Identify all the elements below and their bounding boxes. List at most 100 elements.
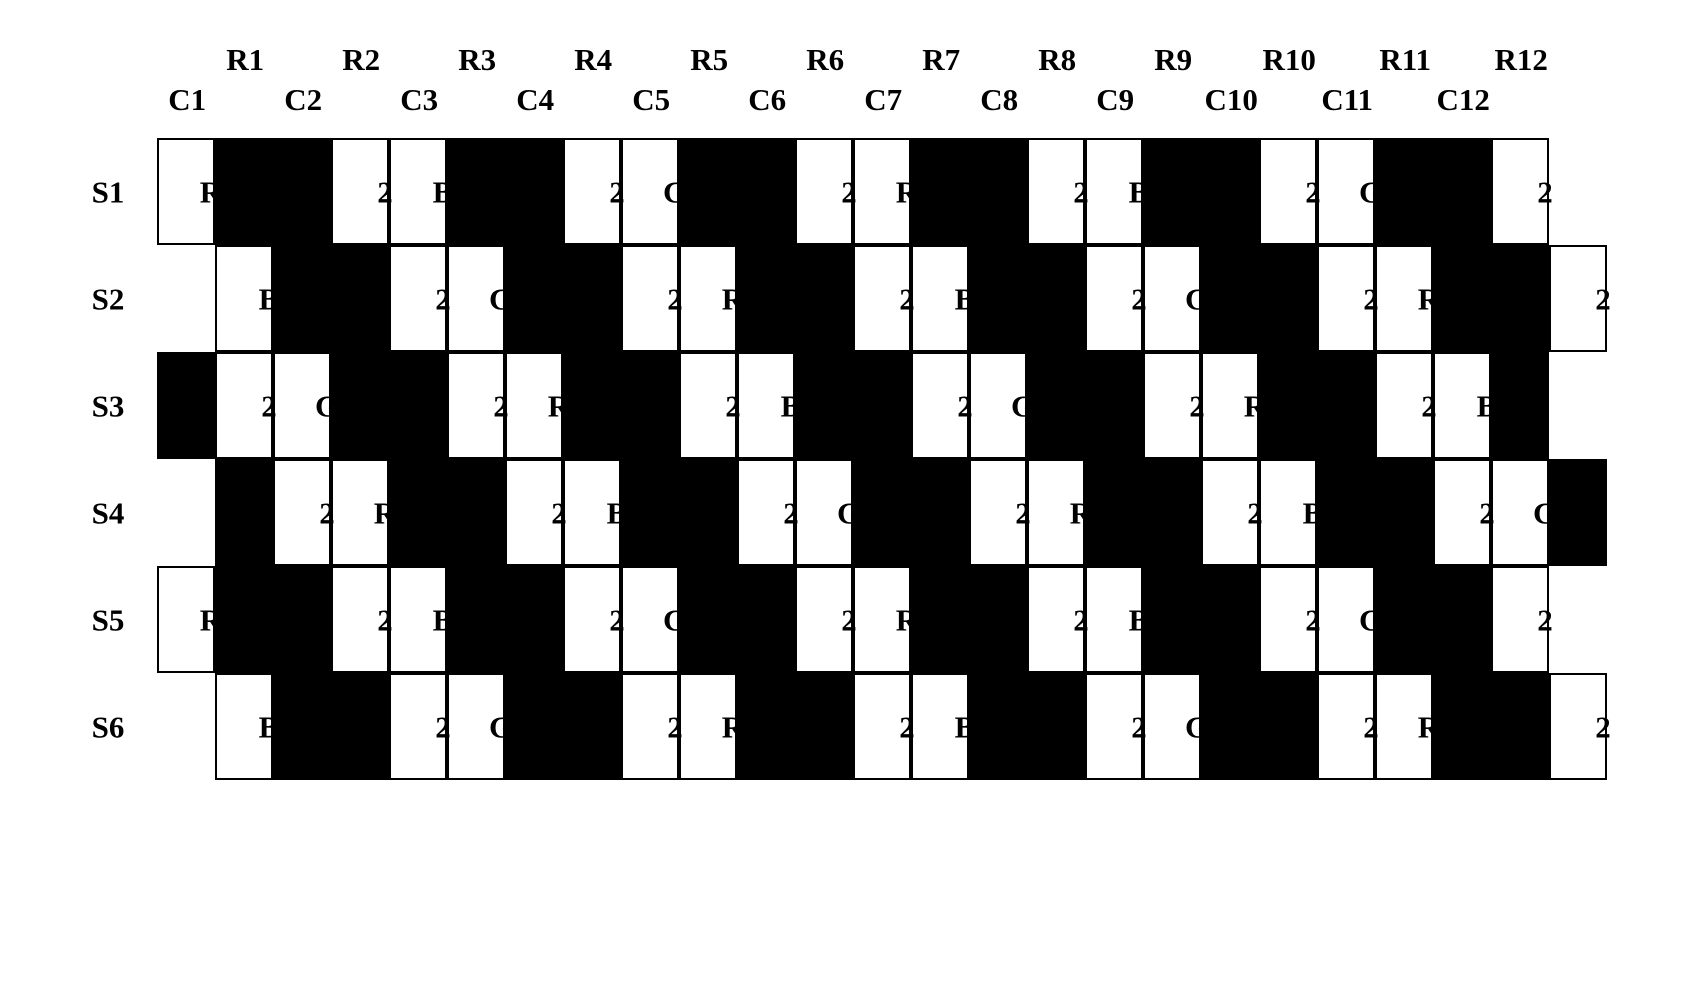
grid-cell-s6-17 (1433, 673, 1549, 780)
grid-cell-s1-18: 2 (1491, 138, 1553, 245)
c-axis-label-5: C5 (632, 82, 671, 117)
grid-cell-s5-18: 2 (1491, 566, 1553, 673)
grid-cell-s6-4: G (447, 673, 513, 780)
grid-cell-s5-16: G (1317, 566, 1383, 673)
r-axis-label-2: R2 (342, 42, 381, 77)
grid-cell-s4-9: G (795, 459, 861, 566)
grid-cell-s1-12: 2 (1027, 138, 1089, 245)
grid-cell-s4-18: G (1491, 459, 1557, 566)
grid-cell-s4-4 (389, 459, 505, 566)
c-axis-label-11: C11 (1321, 82, 1373, 117)
grid-cell-s4-1 (215, 459, 273, 566)
grid-cell-s3-12: G (969, 352, 1035, 459)
grid-cell-s5-17 (1375, 566, 1491, 673)
grid-cell-s5-3: 2 (331, 566, 393, 673)
grid-cell-s4-6: B (563, 459, 627, 566)
grid-cell-s1-10: R (853, 138, 918, 245)
c-axis-label-8: C8 (980, 82, 1019, 117)
grid-cell-s3-6: R (505, 352, 570, 459)
grid-cell-s2-10: B (911, 245, 975, 352)
grid-cell-s3-9: B (737, 352, 801, 459)
c-axis-label-2: C2 (284, 82, 323, 117)
grid-cell-s1-3: 2 (331, 138, 393, 245)
grid-cell-s1-6: 2 (563, 138, 625, 245)
c-axis-label-12: C12 (1436, 82, 1490, 117)
grid-cell-s3-1 (157, 352, 215, 459)
cell-glyph: 2 (1595, 709, 1611, 744)
grid-cell-s1-1: R (157, 138, 222, 245)
grid-cell-s6-1: B (215, 673, 279, 780)
grid-cell-s6-16: R (1375, 673, 1440, 780)
grid-cell-s4-3: R (331, 459, 396, 566)
grid-cell-s1-14 (1143, 138, 1259, 245)
grid-cell-s2-7: R (679, 245, 744, 352)
grid-cell-s2-1: B (215, 245, 279, 352)
grid-cell-s3-13 (1027, 352, 1143, 459)
grid-cell-s2-14 (1201, 245, 1317, 352)
grid-cell-s3-7 (563, 352, 679, 459)
grid-cell-s4-8: 2 (737, 459, 799, 566)
grid-cell-s4-14: 2 (1201, 459, 1263, 566)
grid-cell-s2-11 (969, 245, 1085, 352)
grid-cell-s3-18: B (1433, 352, 1497, 459)
grid-cell-s3-11: 2 (911, 352, 973, 459)
grid-cell-s5-7: G (621, 566, 687, 673)
grid-cell-s1-11 (911, 138, 1027, 245)
grid-cell-s1-13: B (1085, 138, 1149, 245)
grid-cell-s1-8 (679, 138, 795, 245)
grid-cell-s3-3: G (273, 352, 339, 459)
grid-row-s5: R2B2G2R2B2G2 (0, 566, 1695, 673)
grid-cell-s2-5 (505, 245, 621, 352)
grid-cell-s4-17: 2 (1433, 459, 1495, 566)
r-axis-label-4: R4 (574, 42, 613, 77)
grid-cell-s5-6: 2 (563, 566, 625, 673)
c-axis-label-3: C3 (400, 82, 439, 117)
grid-cell-s6-8 (737, 673, 853, 780)
c-axis-label-4: C4 (516, 82, 555, 117)
grid-cell-s3-10 (795, 352, 911, 459)
grid-cell-s5-11 (911, 566, 1027, 673)
r-axis-label-11: R11 (1379, 42, 1431, 77)
c-axis-label-9: C9 (1096, 82, 1135, 117)
grid-cell-s1-2 (215, 138, 331, 245)
grid-cell-s1-7: G (621, 138, 687, 245)
grid-cell-s4-13 (1085, 459, 1201, 566)
grid-cell-s6-2 (273, 673, 389, 780)
grid-cell-s3-5: 2 (447, 352, 509, 459)
r-axis-label-7: R7 (922, 42, 961, 77)
grid-cell-s1-16: G (1317, 138, 1383, 245)
grid-cell-s3-15: R (1201, 352, 1266, 459)
grid-cell-s6-5 (505, 673, 621, 780)
grid-cell-s4-15: B (1259, 459, 1323, 566)
grid-cell-s2-18: 2 (1549, 245, 1611, 352)
grid-cell-s5-5 (447, 566, 563, 673)
r-axis-label-9: R9 (1154, 42, 1193, 77)
grid-cell-s1-5 (447, 138, 563, 245)
grid-cell-s4-10 (853, 459, 969, 566)
grid-cell-s3-19 (1491, 352, 1549, 459)
grid-cell-s1-17 (1375, 138, 1491, 245)
r-axis-label-1: R1 (226, 42, 265, 77)
grid-cell-s2-15: 2 (1317, 245, 1379, 352)
r-axis-label-12: R12 (1494, 42, 1548, 77)
grid-cell-s4-11: 2 (969, 459, 1031, 566)
grid-cell-s6-7: R (679, 673, 744, 780)
grid-row-s6: B2G2R2B2G2R2 (0, 673, 1695, 780)
grid-row-s4: 2R2B2G2R2B2G (0, 459, 1695, 566)
cfa-layout-diagram: R1 R2 R3 R4 R5 R6 R7 R8 R9 R10 R11 R12 C1 C2 C3 C4 C5 C6 C… (0, 0, 1695, 1003)
grid-cell-s2-6: 2 (621, 245, 683, 352)
cell-glyph: 2 (1537, 174, 1553, 209)
grid-cell-s6-3: 2 (389, 673, 451, 780)
c-axis-label-1: C1 (168, 82, 207, 117)
grid-cell-s5-10: R (853, 566, 918, 673)
grid-cell-s6-10: B (911, 673, 975, 780)
grid-row-s1: R2B2G2R2B2G2 (0, 138, 1695, 245)
grid-row-s3: 2G2R2B2G2R2B (0, 352, 1695, 459)
cell-glyph: 2 (1595, 281, 1611, 316)
grid-cell-s6-11 (969, 673, 1085, 780)
grid-cell-s2-17 (1433, 245, 1549, 352)
grid-cell-s4-16 (1317, 459, 1433, 566)
r-axis-label-5: R5 (690, 42, 729, 77)
grid-cell-s5-4: B (389, 566, 453, 673)
grid-cell-s6-18: 2 (1549, 673, 1611, 780)
